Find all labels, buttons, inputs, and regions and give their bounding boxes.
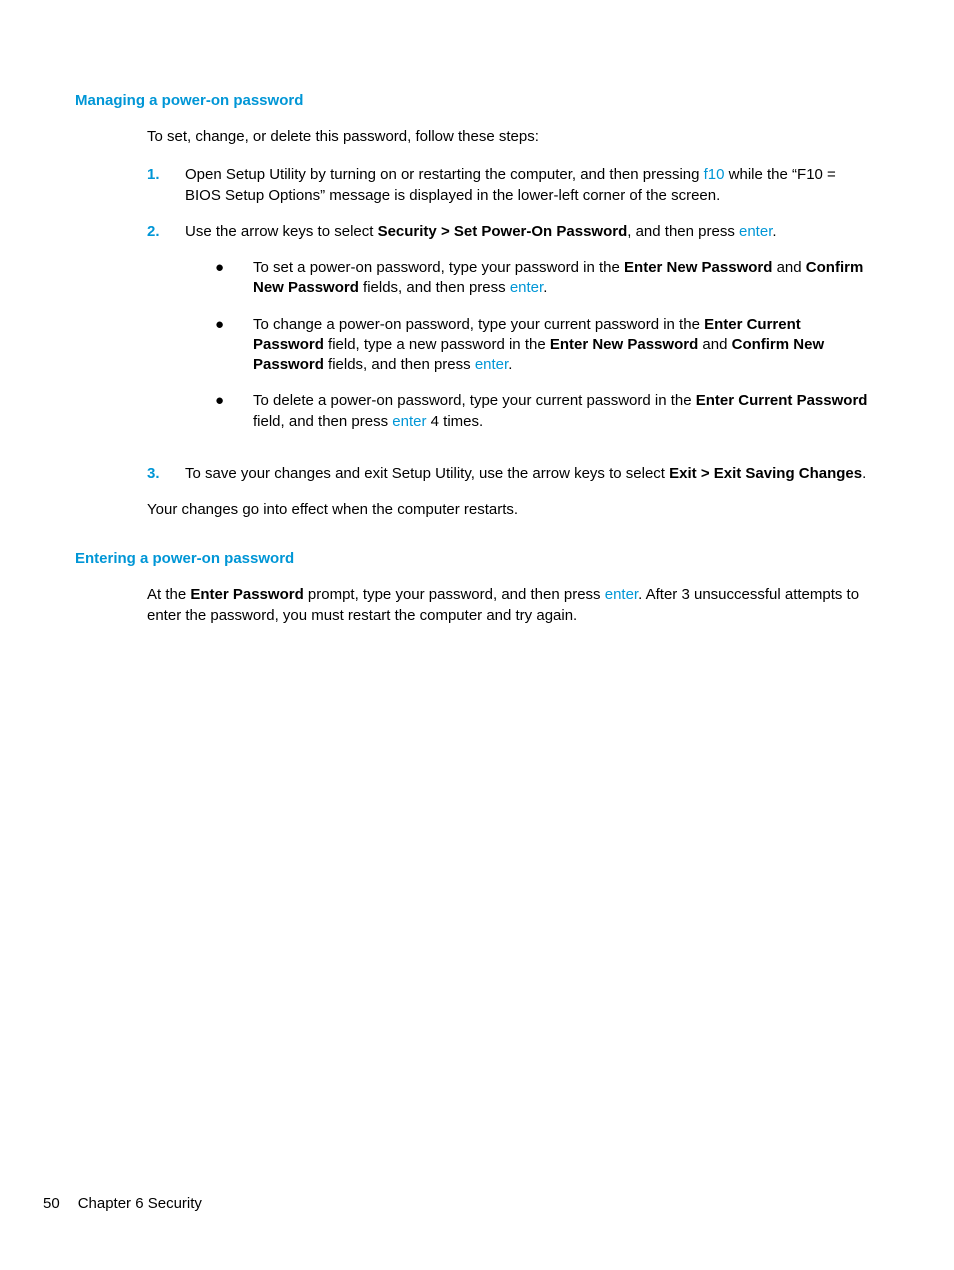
bold-text: Exit > Exit Saving Changes [669,465,862,482]
page-footer: 50 Chapter 6 Security [43,1195,202,1212]
step-3: 3. To save your changes and exit Setup U… [147,464,874,484]
heading-entering: Entering a power-on password [75,550,874,567]
text: 4 times. [426,413,483,430]
text: . [772,223,776,240]
text: field, type a new password in the [324,336,550,353]
bold-text: Enter New Password [550,336,698,353]
text: , and then press [627,223,739,240]
text: fields, and then press [359,279,510,296]
step-1: 1. Open Setup Utility by turning on or r… [147,165,874,206]
key-enter: enter [605,586,638,603]
text: Use the arrow keys to select [185,223,378,240]
text: prompt, type your password, and then pre… [304,586,605,603]
bold-text: Enter Password [190,586,303,603]
text: and [772,259,805,276]
key-enter: enter [475,356,508,373]
sub-item-set: ● To set a power-on password, type your … [215,258,874,299]
step-content: To save your changes and exit Setup Util… [185,464,874,484]
bold-text: Enter New Password [624,259,772,276]
text: and [698,336,731,353]
key-enter: enter [510,279,543,296]
text: field, and then press [253,413,392,430]
text: Open Setup Utility by turning on or rest… [185,166,704,183]
text: To save your changes and exit Setup Util… [185,465,669,482]
key-enter: enter [392,413,426,430]
bullet-icon: ● [215,391,253,432]
sub-content: To delete a power-on password, type your… [253,391,874,432]
sub-list: ● To set a power-on password, type your … [185,258,874,432]
chapter-label: Chapter 6 Security [78,1195,202,1212]
bullet-icon: ● [215,258,253,299]
text: fields, and then press [324,356,475,373]
bold-text: Security > Set Power-On Password [378,223,628,240]
closing-text: Your changes go into effect when the com… [147,500,874,520]
step-content: Open Setup Utility by turning on or rest… [185,165,874,206]
step-number: 3. [147,464,185,484]
steps-list: 1. Open Setup Utility by turning on or r… [147,165,874,484]
page-number: 50 [43,1195,60,1212]
text: At the [147,586,190,603]
entering-paragraph: At the Enter Password prompt, type your … [147,585,874,626]
text: To set a power-on password, type your pa… [253,259,624,276]
sub-content: To set a power-on password, type your pa… [253,258,874,299]
text: To delete a power-on password, type your… [253,392,696,409]
text: . [543,279,547,296]
bullet-icon: ● [215,315,253,376]
sub-item-delete: ● To delete a power-on password, type yo… [215,391,874,432]
heading-managing: Managing a power-on password [75,92,874,109]
text: To change a power-on password, type your… [253,316,704,333]
step-number: 2. [147,222,185,448]
sub-content: To change a power-on password, type your… [253,315,874,376]
key-f10: f10 [704,166,725,183]
intro-text: To set, change, or delete this password,… [147,127,874,147]
text: . [862,465,866,482]
bold-text: Enter Current Password [696,392,868,409]
sub-item-change: ● To change a power-on password, type yo… [215,315,874,376]
page-content: Managing a power-on password To set, cha… [0,0,954,704]
text: . [508,356,512,373]
step-content: Use the arrow keys to select Security > … [185,222,874,448]
step-2: 2. Use the arrow keys to select Security… [147,222,874,448]
key-enter: enter [739,223,772,240]
step-number: 1. [147,165,185,206]
